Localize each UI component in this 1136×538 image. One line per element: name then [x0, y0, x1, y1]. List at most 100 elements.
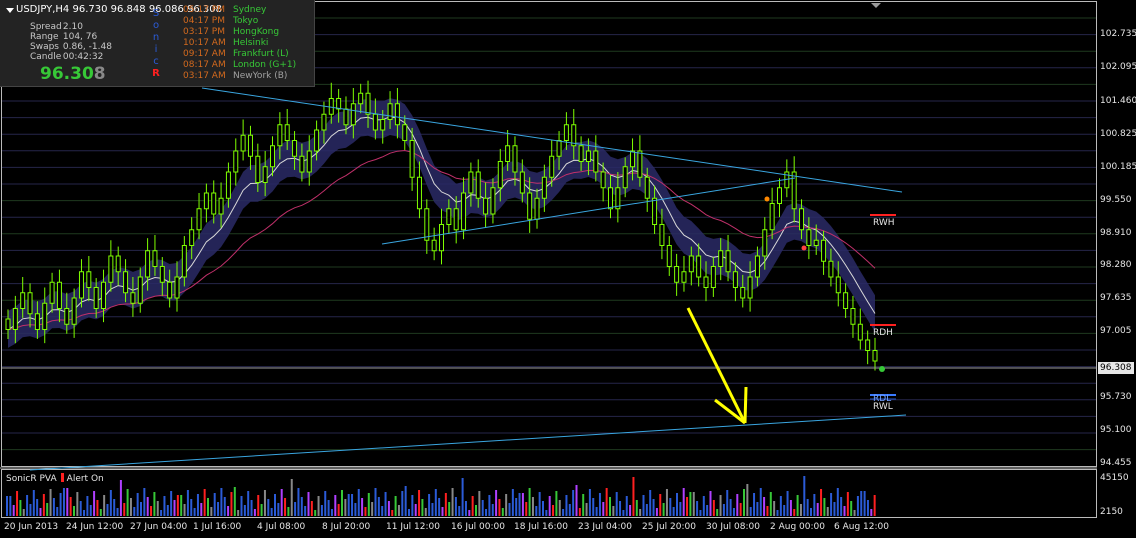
volume-bar [746, 484, 749, 516]
volume-bar [582, 494, 585, 516]
volume-bar [478, 491, 481, 516]
volume-bar [716, 509, 719, 516]
volume-bar [287, 507, 290, 516]
candle [240, 119, 246, 161]
volume-bar [779, 496, 782, 516]
volume-bar [843, 506, 846, 516]
volume-bar [528, 488, 531, 516]
volume-bar [659, 494, 662, 516]
price-tick: 94.455 [1100, 458, 1132, 468]
sonicr-brand: S o n i c R [150, 8, 162, 80]
volume-bar [769, 492, 772, 516]
volume-bar [320, 505, 323, 516]
volume-bar [662, 503, 665, 516]
volume-bar [257, 495, 260, 516]
current-price-label: 96.308 [1098, 362, 1134, 374]
volume-bar [458, 506, 461, 516]
volume-bar [431, 503, 434, 516]
volume-bar [367, 493, 370, 516]
volume-bar [635, 500, 638, 516]
volume-bar [223, 497, 226, 516]
volume-bar [702, 496, 705, 516]
session-row: 08:17 AM London (G+1) [183, 60, 297, 70]
volume-bar [59, 493, 62, 516]
candle [424, 199, 430, 254]
volume-bar [588, 489, 591, 516]
volume-bar [310, 501, 313, 516]
time-tick: 8 Jul 20:00 [322, 522, 371, 532]
volume-bar [521, 493, 524, 516]
price-tick: 95.730 [1100, 392, 1132, 402]
time-tick: 20 Jun 2013 [4, 522, 59, 532]
volume-bar [568, 504, 571, 516]
volume-bar [126, 489, 129, 516]
price-tick: 102.095 [1100, 62, 1136, 72]
volume-bar [820, 489, 823, 516]
price-tick: 97.635 [1100, 293, 1132, 303]
volume-bar [408, 509, 410, 516]
volume-bar [508, 503, 511, 516]
candle [784, 159, 790, 198]
volume-bar [649, 490, 652, 516]
volume-bar [196, 494, 199, 516]
volume-bar [870, 509, 873, 516]
volume-bar [592, 498, 595, 516]
brand-letter: n [152, 32, 160, 43]
volume-bar [230, 492, 233, 516]
volume-bar [89, 505, 92, 516]
lower-trendline [29, 414, 907, 471]
brand-letter: c [153, 56, 159, 67]
volume-bar [133, 507, 136, 516]
chart-menu-icon[interactable] [6, 8, 14, 13]
time-tick: 25 Jul 20:00 [642, 522, 696, 532]
volume-bar [585, 503, 588, 516]
volume-bar [810, 508, 812, 516]
volume-bar [123, 503, 126, 516]
volume-bar [743, 489, 745, 516]
session-row: 05:17 PM Sydney [183, 5, 267, 15]
volume-bar [32, 490, 35, 516]
volume-bar [706, 505, 709, 516]
candle [431, 227, 437, 261]
spread-row: Spread 2.10 [30, 22, 83, 32]
volume-bar [501, 508, 504, 516]
volume-bar [712, 500, 715, 516]
volume-bar [377, 497, 380, 516]
volume-bar [515, 498, 518, 516]
volume-bar [692, 492, 695, 516]
price-tick: 98.910 [1100, 228, 1132, 238]
volume-bars [6, 476, 876, 516]
volume-bar [572, 490, 575, 516]
volume-bar [471, 496, 474, 516]
chart-window[interactable]: USDJPY,H4 96.730 96.848 96.086 96.308 Sp… [0, 0, 1136, 538]
volume-bar [73, 506, 75, 516]
volume-bar [371, 502, 374, 516]
candle [196, 193, 202, 240]
volume-bar [22, 509, 25, 516]
candle [674, 253, 680, 296]
volume-bar [160, 510, 163, 516]
volume-bar [83, 510, 86, 516]
volume-bar [619, 501, 622, 516]
time-tick: 30 Jul 08:00 [706, 522, 760, 532]
volume-bar [605, 488, 608, 516]
session-row: 03:17 AM NewYork (B) [183, 71, 288, 81]
volume-bar [327, 500, 330, 516]
price-tick: 100.825 [1100, 129, 1136, 139]
volume-bar [749, 507, 752, 516]
volume-bar [129, 498, 132, 516]
candle [666, 236, 672, 276]
volume-bar [263, 490, 266, 516]
rdh-label: RDH [873, 328, 893, 338]
volume-bar [669, 498, 672, 516]
volume-bar [558, 500, 561, 516]
volume-bar [609, 497, 611, 516]
volume-bar [719, 495, 722, 516]
volume-bar [846, 492, 849, 516]
price-tick: 102.735 [1100, 29, 1136, 39]
volume-bar [655, 508, 658, 516]
volume-bar [220, 488, 223, 516]
volume-bar [136, 493, 139, 516]
volume-bar [756, 502, 759, 516]
price-tick: 97.005 [1100, 326, 1132, 336]
